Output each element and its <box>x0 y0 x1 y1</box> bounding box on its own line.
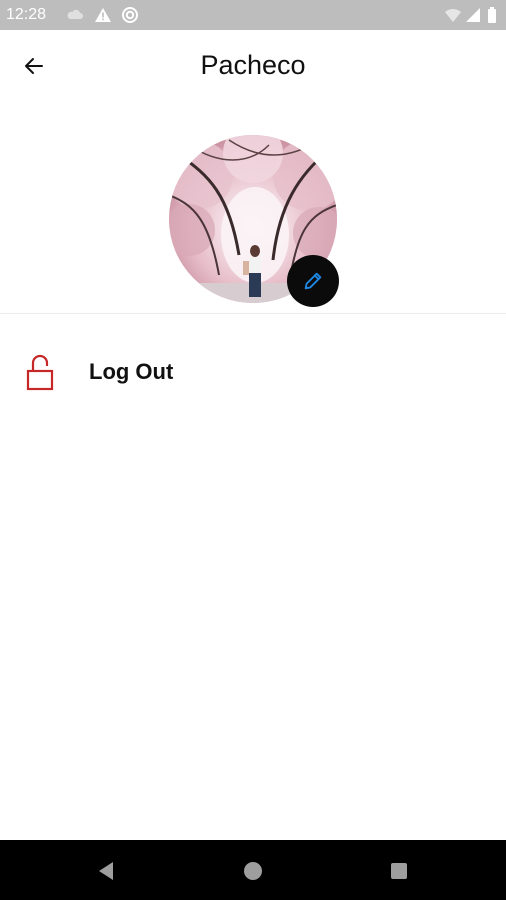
unlocked-padlock-icon <box>24 354 56 392</box>
nav-recents-button[interactable] <box>386 858 412 884</box>
cloud-icon <box>66 6 84 24</box>
app-bar: Pacheco <box>0 30 506 100</box>
status-time: 12:28 <box>6 6 47 23</box>
sync-icon <box>121 6 139 24</box>
battery-icon <box>486 6 498 24</box>
logout-label: Log Out <box>89 359 174 384</box>
logout-menu-item[interactable]: Log Out <box>0 340 506 404</box>
status-bar: 12:28 <box>0 0 506 30</box>
edit-avatar-button[interactable] <box>287 255 339 307</box>
nav-home-button[interactable] <box>240 858 266 884</box>
section-divider <box>0 313 506 314</box>
home-circle-icon <box>244 862 262 880</box>
pencil-icon <box>304 272 322 290</box>
nav-back-button[interactable] <box>93 858 119 884</box>
warning-icon <box>94 6 112 24</box>
signal-icon <box>464 6 482 24</box>
profile-avatar-section <box>169 135 339 307</box>
system-nav-bar <box>0 840 506 900</box>
wifi-icon <box>444 6 462 24</box>
back-triangle-icon <box>99 862 113 880</box>
recents-square-icon <box>391 863 407 879</box>
page-title: Pacheco <box>200 50 306 80</box>
